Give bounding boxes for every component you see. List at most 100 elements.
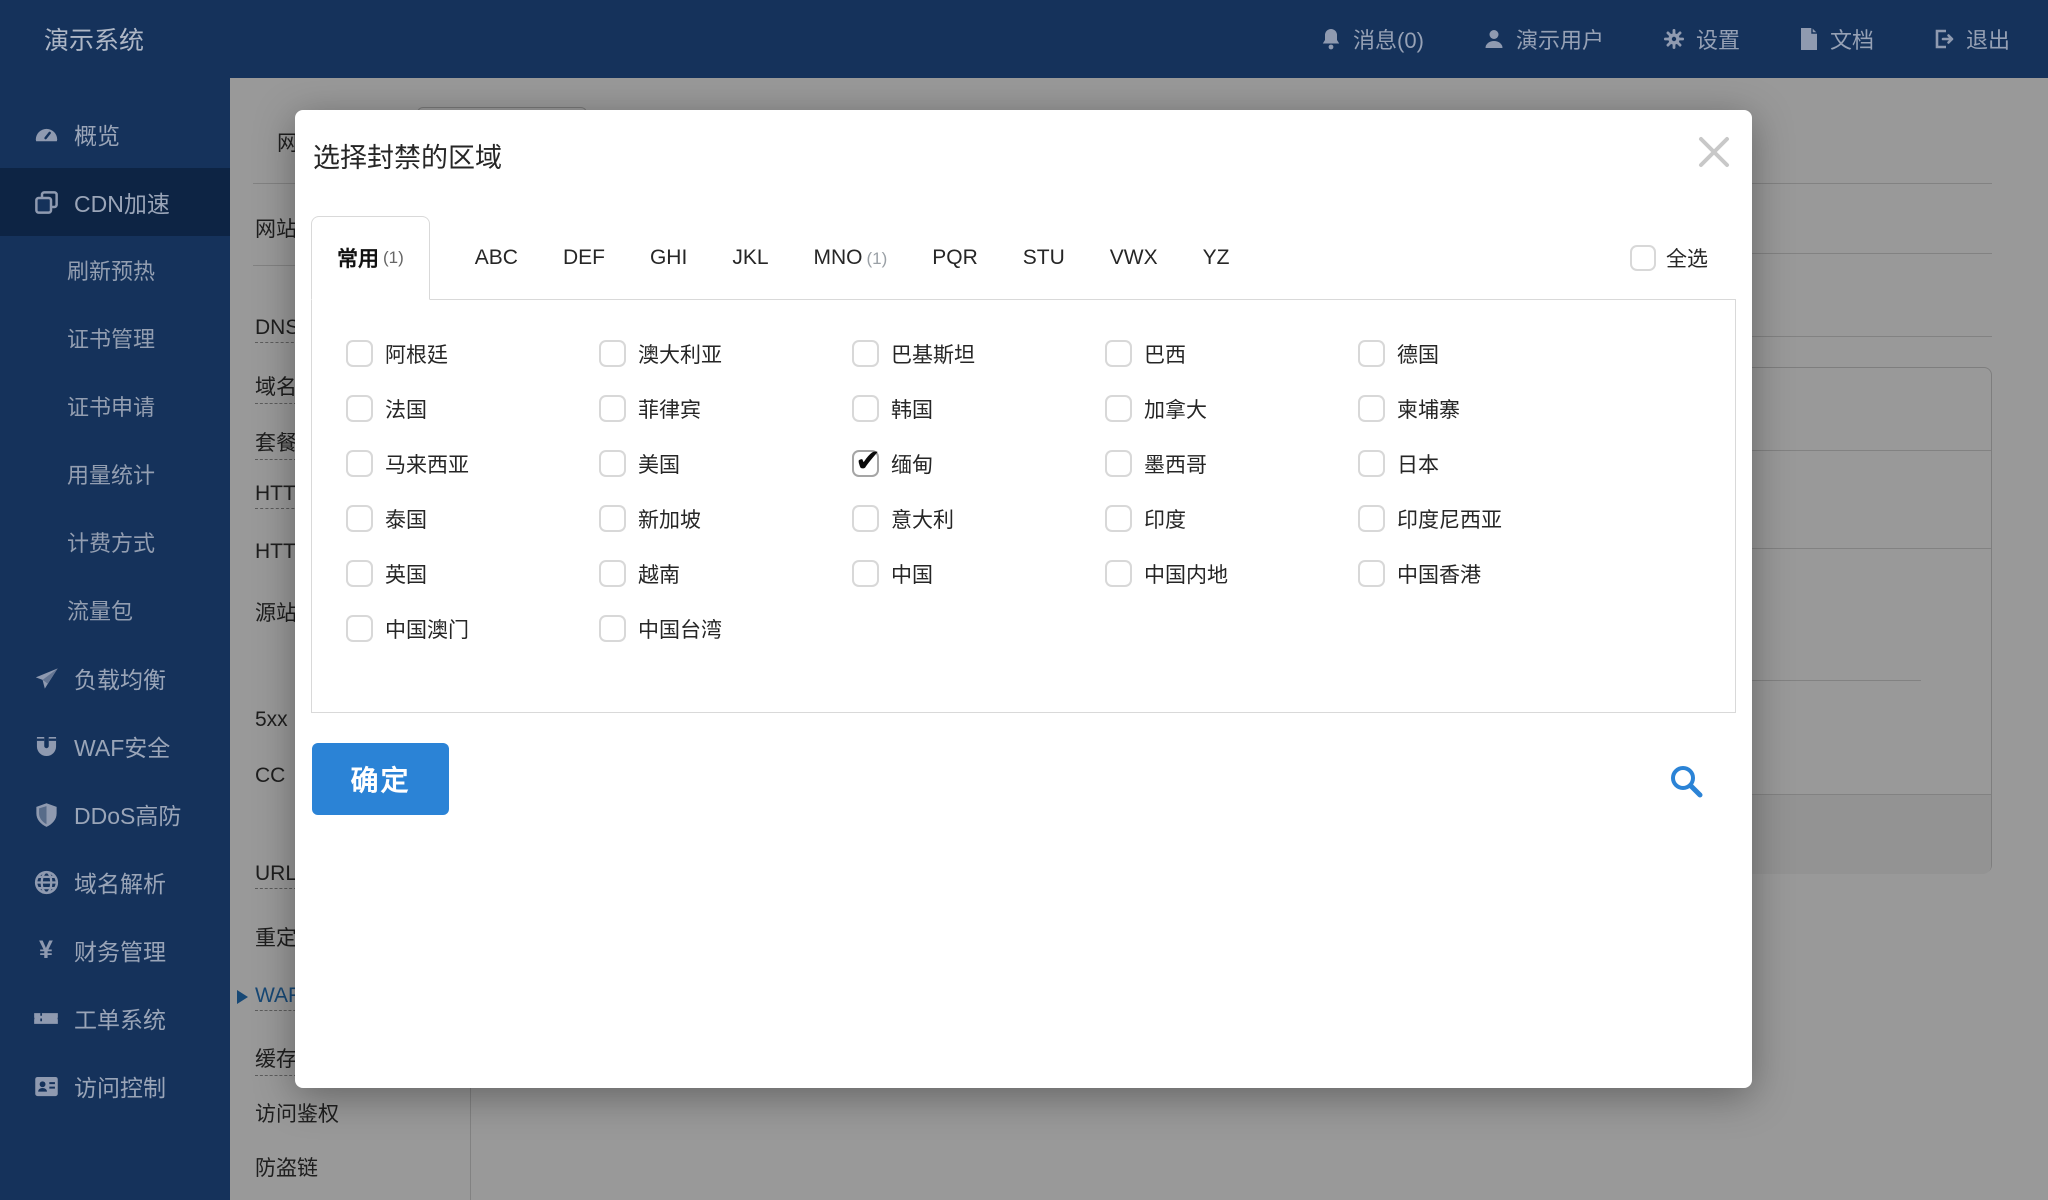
tab-GHI[interactable]: GHI: [650, 246, 687, 270]
region-缅甸[interactable]: 缅甸: [852, 449, 1105, 479]
sidebar-subitem-计费方式[interactable]: 计费方式: [0, 508, 230, 576]
sidebar-subitem-流量包[interactable]: 流量包: [0, 576, 230, 644]
shield-icon: [30, 801, 62, 828]
tab-常用[interactable]: 常用(1): [311, 216, 430, 300]
checkbox[interactable]: [1105, 450, 1132, 477]
search-icon[interactable]: [1667, 762, 1705, 800]
region-label: 中国台湾: [638, 614, 722, 644]
sidebar-item-域名解析[interactable]: 域名解析: [0, 848, 230, 916]
select-all-label: 全选: [1666, 243, 1708, 273]
tab-MNO[interactable]: MNO(1): [814, 246, 888, 270]
region-泰国[interactable]: 泰国: [346, 504, 599, 534]
checkbox[interactable]: [1358, 560, 1385, 587]
checkbox[interactable]: [852, 560, 879, 587]
region-越南[interactable]: 越南: [599, 559, 852, 589]
checkbox[interactable]: [346, 505, 373, 532]
checkbox[interactable]: [852, 395, 879, 422]
region-label: 越南: [638, 559, 680, 589]
sidebar-item-WAF安全[interactable]: WAF安全: [0, 712, 230, 780]
region-label: 澳大利亚: [638, 339, 722, 369]
region-澳大利亚[interactable]: 澳大利亚: [599, 339, 852, 369]
checkbox[interactable]: [346, 450, 373, 477]
region-中国澳门[interactable]: 中国澳门: [346, 614, 599, 644]
region-韩国[interactable]: 韩国: [852, 394, 1105, 424]
sidebar-subitem-证书管理[interactable]: 证书管理: [0, 304, 230, 372]
tab-YZ[interactable]: YZ: [1203, 246, 1230, 270]
checkbox[interactable]: [1105, 505, 1132, 532]
region-新加坡[interactable]: 新加坡: [599, 504, 852, 534]
checkbox[interactable]: [852, 340, 879, 367]
region-意大利[interactable]: 意大利: [852, 504, 1105, 534]
checkbox-checked[interactable]: [852, 450, 879, 477]
checkbox[interactable]: [599, 615, 626, 642]
checkbox[interactable]: [599, 560, 626, 587]
region-菲律宾[interactable]: 菲律宾: [599, 394, 852, 424]
region-中国台湾[interactable]: 中国台湾: [599, 614, 852, 644]
checkbox[interactable]: [1105, 395, 1132, 422]
sidebar-item-工单系统[interactable]: 工单系统: [0, 984, 230, 1052]
sidebar-item-概览[interactable]: 概览: [0, 100, 230, 168]
checkbox[interactable]: [346, 615, 373, 642]
region-马来西亚[interactable]: 马来西亚: [346, 449, 599, 479]
tab-label: DEF: [563, 246, 605, 269]
checkbox[interactable]: [1358, 395, 1385, 422]
checkbox[interactable]: [346, 340, 373, 367]
region-阿根廷[interactable]: 阿根廷: [346, 339, 599, 369]
region-中国内地[interactable]: 中国内地: [1105, 559, 1358, 589]
checkbox[interactable]: [599, 450, 626, 477]
region-法国[interactable]: 法国: [346, 394, 599, 424]
select-all-checkbox[interactable]: [1630, 245, 1656, 271]
sidebar-subitem-刷新预热[interactable]: 刷新预热: [0, 236, 230, 304]
region-柬埔寨[interactable]: 柬埔寨: [1358, 394, 1611, 424]
tab-PQR[interactable]: PQR: [932, 246, 978, 270]
brand[interactable]: 演示系统: [0, 21, 144, 57]
region-美国[interactable]: 美国: [599, 449, 852, 479]
tab-VWX[interactable]: VWX: [1110, 246, 1158, 270]
nav-item-2[interactable]: 设置: [1662, 23, 1740, 55]
region-中国[interactable]: 中国: [852, 559, 1105, 589]
tab-label: MNO: [814, 246, 863, 269]
region-加拿大[interactable]: 加拿大: [1105, 394, 1358, 424]
region-label: 缅甸: [891, 449, 933, 479]
tab-JKL[interactable]: JKL: [732, 246, 768, 270]
tab-ABC[interactable]: ABC: [475, 246, 518, 270]
region-印度尼西亚[interactable]: 印度尼西亚: [1358, 504, 1611, 534]
sidebar-item-DDoS高防[interactable]: DDoS高防: [0, 780, 230, 848]
nav-item-4[interactable]: 退出: [1932, 23, 2010, 55]
region-墨西哥[interactable]: 墨西哥: [1105, 449, 1358, 479]
checkbox[interactable]: [1358, 450, 1385, 477]
nav-item-0[interactable]: 消息(0): [1319, 23, 1424, 55]
confirm-button[interactable]: 确定: [312, 743, 449, 815]
nav-item-1[interactable]: 演示用户: [1482, 23, 1604, 55]
tab-DEF[interactable]: DEF: [563, 246, 605, 270]
checkbox[interactable]: [1358, 505, 1385, 532]
sidebar-item-CDN加速[interactable]: CDN加速: [0, 168, 230, 236]
region-巴基斯坦[interactable]: 巴基斯坦: [852, 339, 1105, 369]
close-icon[interactable]: [1690, 128, 1738, 176]
region-巴西[interactable]: 巴西: [1105, 339, 1358, 369]
checkbox[interactable]: [346, 395, 373, 422]
sidebar-item-财务管理[interactable]: ¥财务管理: [0, 916, 230, 984]
region-日本[interactable]: 日本: [1358, 449, 1611, 479]
sidebar-subitem-证书申请[interactable]: 证书申请: [0, 372, 230, 440]
sidebar-item-负载均衡[interactable]: 负载均衡: [0, 644, 230, 712]
select-all[interactable]: 全选: [1630, 243, 1708, 273]
tab-label: PQR: [932, 246, 978, 269]
region-德国[interactable]: 德国: [1358, 339, 1611, 369]
checkbox[interactable]: [599, 505, 626, 532]
checkbox[interactable]: [1105, 340, 1132, 367]
checkbox[interactable]: [1358, 340, 1385, 367]
region-英国[interactable]: 英国: [346, 559, 599, 589]
checkbox[interactable]: [1105, 560, 1132, 587]
sidebar-subitem-用量统计[interactable]: 用量统计: [0, 440, 230, 508]
region-label: 德国: [1397, 339, 1439, 369]
region-中国香港[interactable]: 中国香港: [1358, 559, 1611, 589]
sidebar-item-访问控制[interactable]: 访问控制: [0, 1052, 230, 1120]
region-印度[interactable]: 印度: [1105, 504, 1358, 534]
checkbox[interactable]: [346, 560, 373, 587]
checkbox[interactable]: [599, 395, 626, 422]
nav-item-3[interactable]: 文档: [1798, 23, 1874, 55]
checkbox[interactable]: [852, 505, 879, 532]
tab-STU[interactable]: STU: [1023, 246, 1065, 270]
checkbox[interactable]: [599, 340, 626, 367]
